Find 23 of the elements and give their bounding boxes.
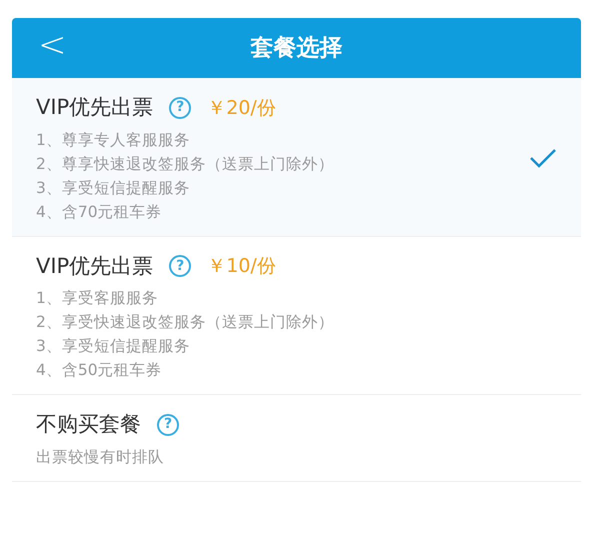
option-price: ￥10/份	[207, 254, 276, 279]
feature-text: 4、含50元租车券	[36, 360, 163, 381]
help-icon[interactable]: ?	[169, 255, 192, 278]
checkmark-icon	[529, 146, 557, 169]
feature-text: 出票较慢有时排队	[36, 446, 165, 468]
feature-text: 1、尊享专人客服服务	[36, 130, 191, 150]
feature-text: 3、享受短信提醒服务	[36, 178, 191, 198]
page-title: 套餐选择	[250, 34, 342, 63]
package-option[interactable]: 不购买套餐 ? 出票较慢有时排队	[12, 395, 581, 482]
help-icon[interactable]: ?	[157, 414, 179, 436]
package-option[interactable]: VIP优先出票 ? ￥10/份 1、享受客服服务 2、享受快速退改签服务（送票上门除外） 3、享受短信提醒服务 4、含50元租车券	[12, 236, 581, 395]
option-price: ￥20/份	[207, 96, 276, 120]
option-title: VIP优先出票	[36, 252, 154, 280]
feature-text: 3、享受短信提醒服务	[36, 336, 191, 357]
feature-text: 2、尊享快速退改签服务（送票上门除外）	[36, 154, 335, 174]
feature-text: 1、享受客服服务	[36, 288, 159, 309]
help-icon[interactable]: ?	[169, 96, 192, 119]
feature-text: 2、享受快速退改签服务（送票上门除外）	[36, 312, 335, 333]
package-option[interactable]: VIP优先出票 ? ￥20/份 1、尊享专人客服服务 2、尊享快速退改签服务（送票上门除外） 3、享受短信提醒服务 4、含70元租车券	[12, 78, 581, 236]
feature-text: 4、含70元租车券	[36, 202, 163, 222]
option-title: VIP优先出票	[36, 94, 154, 121]
option-title: 不购买套餐	[36, 411, 141, 438]
back-button[interactable]: <	[28, 28, 76, 62]
